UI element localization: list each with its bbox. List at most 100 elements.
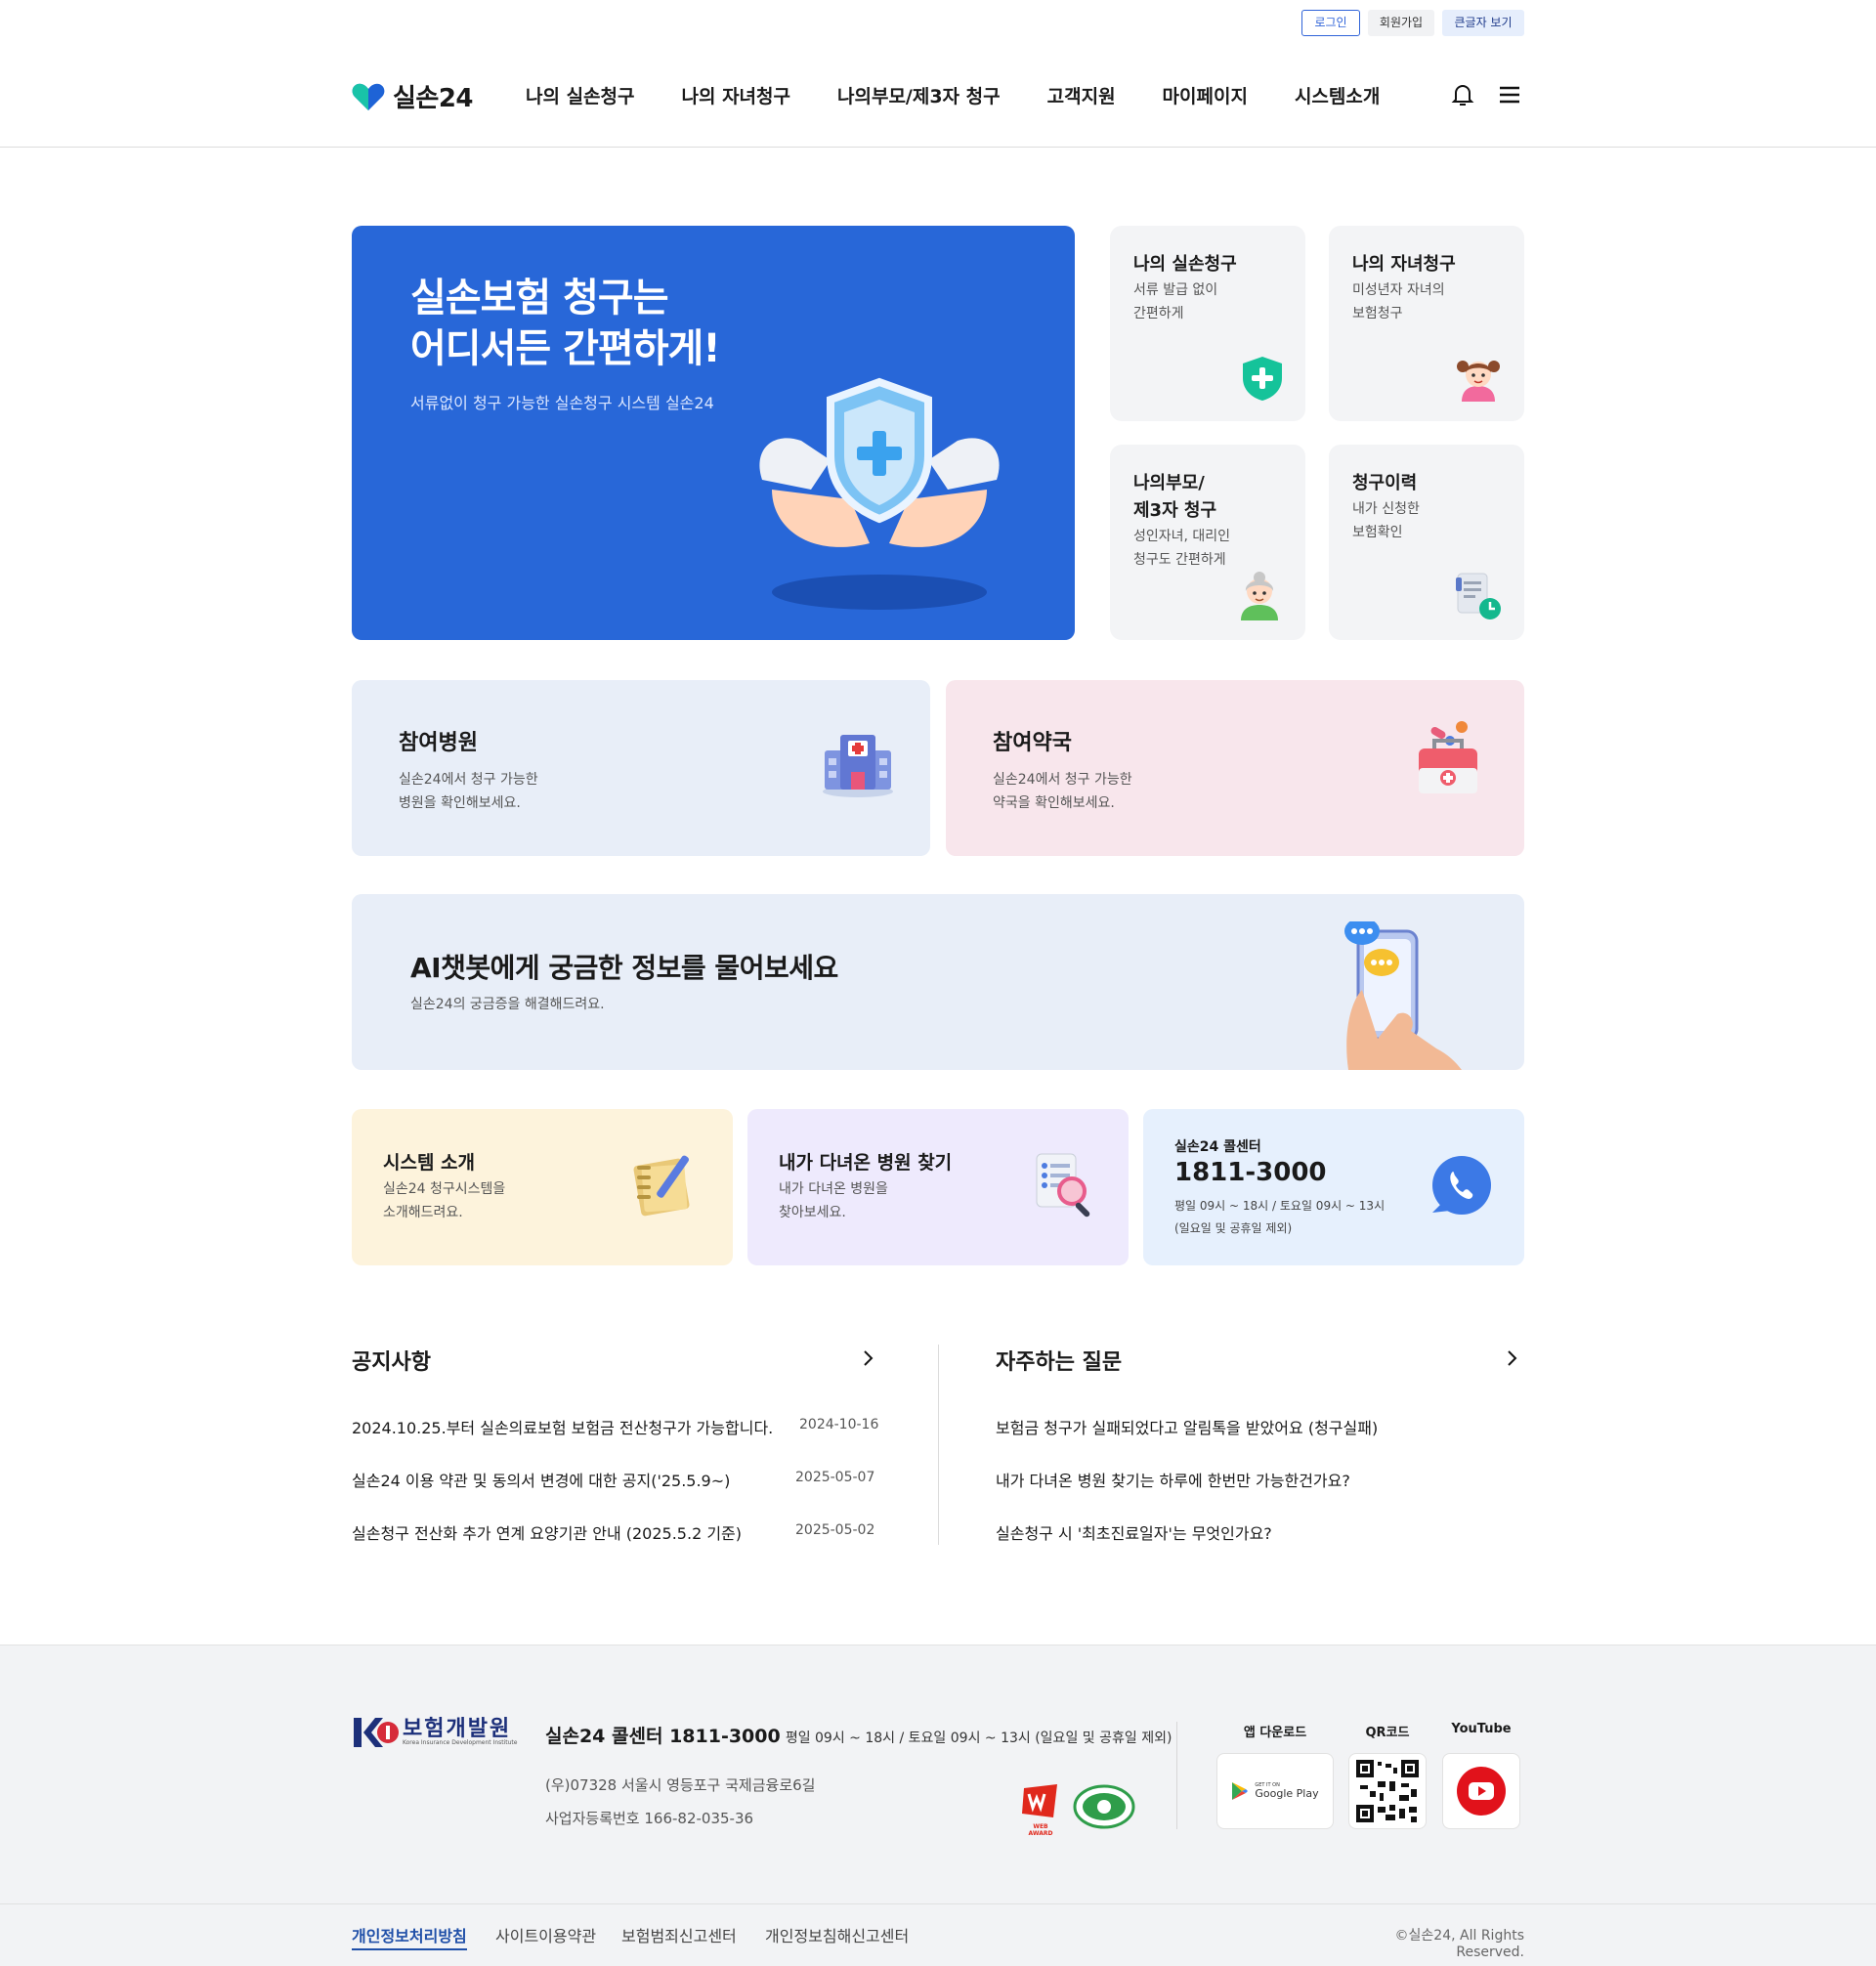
faq-row[interactable]: 실손청구 시 '최초진료일자'는 무엇인가요?	[996, 1520, 1272, 1548]
quick-parent-claim[interactable]: 나의부모/ 제3자 청구 성인자녀, 대리인 청구도 간편하게	[1110, 445, 1305, 640]
privacy-report-link[interactable]: 개인정보침해신고센터	[765, 1923, 909, 1946]
card-desc: 내가 다녀온 병원을 찾아보세요.	[779, 1181, 888, 1220]
qr-code-box[interactable]	[1348, 1753, 1427, 1829]
footer	[0, 1645, 1876, 1966]
hero-title: 실손보험 청구는 어디서든 간편하게!	[410, 276, 721, 371]
nav-child-claim[interactable]: 나의 자녀청구	[682, 82, 791, 108]
login-button[interactable]: 로그인	[1301, 10, 1360, 36]
youtube-icon	[1457, 1767, 1506, 1816]
terms-link[interactable]: 사이트이용약관	[495, 1923, 596, 1946]
menu-icon[interactable]	[1495, 80, 1524, 109]
ai-desc: 실손24의 궁금증을 해결해드려요.	[410, 997, 605, 1012]
participating-hospital-card[interactable]: 참여병원 실손24에서 청구 가능한 병원을 확인해보세요.	[352, 680, 930, 856]
notice-row[interactable]: 2024.10.25.부터 실손의료보험 보험금 전산청구가 가능합니다.	[352, 1415, 773, 1442]
quick-desc: 성인자녀, 대리인 청구도 간편하게	[1133, 529, 1231, 568]
google-play-button[interactable]: GET IT ON Google Play	[1216, 1753, 1334, 1829]
quick-desc: 서류 발급 없이 간편하게	[1133, 282, 1218, 321]
notice-date: 2025-05-07	[795, 1470, 875, 1485]
heart-logo-icon	[352, 83, 385, 110]
footer-call-hours: 평일 09시 ~ 18시 / 토요일 09시 ~ 13시 (일요일 및 공휴일 …	[785, 1731, 1172, 1746]
footer-divider	[1176, 1722, 1177, 1829]
medicine-box-icon	[1419, 721, 1477, 793]
callcenter-note: (일요일 및 공휴일 제외)	[1174, 1221, 1293, 1235]
shield-plus-icon	[1243, 357, 1282, 401]
notice-row[interactable]: 실손24 이용 약관 및 동의서 변경에 대한 공지('25.5.9~)	[352, 1468, 730, 1495]
header-divider	[0, 147, 1876, 148]
youtube-button[interactable]	[1442, 1753, 1520, 1829]
notice-date: 2025-05-02	[795, 1522, 875, 1538]
nav-support[interactable]: 고객지원	[1047, 82, 1116, 108]
kidi-logo-mark	[354, 1718, 399, 1747]
nav-mypage[interactable]: 마이페이지	[1163, 82, 1248, 108]
app-download-label: 앱 다운로드	[1243, 1726, 1307, 1740]
faq-more-icon[interactable]	[1502, 1348, 1521, 1368]
system-intro-card[interactable]: 시스템 소개 실손24 청구시스템을 소개해드려요.	[352, 1109, 733, 1265]
quick-desc: 내가 신청한 보험확인	[1352, 501, 1420, 540]
hospital-icon	[823, 735, 893, 797]
footer-callcenter: 실손24 콜센터 1811-3000 평일 09시 ~ 18시 / 토요일 09…	[545, 1722, 1172, 1748]
org-name-en: Korea Insurance Development Institute	[403, 1739, 518, 1746]
qr-code-icon	[1356, 1760, 1419, 1822]
callcenter-phone[interactable]: 1811-3000	[1174, 1158, 1327, 1187]
phone-chat-illustration	[1344, 921, 1462, 1070]
ai-title: AI챗봇에게 궁금한 정보를 물어보세요	[410, 952, 838, 984]
footer-biz-number: 사업자등록번호 166-82-035-36	[545, 1810, 754, 1827]
notice-title[interactable]: 공지사항	[352, 1345, 431, 1376]
notice-date: 2024-10-16	[799, 1417, 879, 1432]
nav-parent-claim[interactable]: 나의부모/제3자 청구	[837, 82, 1001, 108]
ai-chatbot-banner[interactable]: AI챗봇에게 궁금한 정보를 물어보세요 실손24의 궁금증을 해결해드려요.	[352, 894, 1524, 1070]
card-title: 참여약국	[993, 731, 1072, 755]
nav-system-intro[interactable]: 시스템소개	[1295, 82, 1380, 108]
quick-title: 청구이력	[1352, 473, 1418, 493]
visited-hospital-card[interactable]: 내가 다녀온 병원 찾기 내가 다녀온 병원을 찾아보세요.	[747, 1109, 1129, 1265]
grandparent-icon	[1241, 572, 1278, 620]
web-accessibility-badge	[1073, 1784, 1135, 1829]
qr-label: QR코드	[1365, 1726, 1410, 1740]
web-award-badge: WEB AWARD	[1022, 1784, 1059, 1837]
card-desc: 실손24에서 청구 가능한 약국을 확인해보세요.	[993, 772, 1132, 811]
footer-address: (우)07328 서울시 영등포구 국제금융로6길	[545, 1776, 816, 1794]
join-button[interactable]: 회원가입	[1368, 10, 1434, 36]
card-title: 시스템 소개	[383, 1152, 476, 1174]
large-text-button[interactable]: 큰글자 보기	[1442, 10, 1524, 36]
participating-pharmacy-card[interactable]: 참여약국 실손24에서 청구 가능한 약국을 확인해보세요.	[946, 680, 1524, 856]
quick-claim-history[interactable]: 청구이력 내가 신청한 보험확인	[1329, 445, 1524, 640]
board-divider	[938, 1345, 939, 1545]
notice-row[interactable]: 실손청구 전산화 추가 연계 요양기관 안내 (2025.5.2 기준)	[352, 1520, 742, 1548]
callcenter-label: 실손24 콜센터	[1174, 1139, 1261, 1155]
card-title: 참여병원	[399, 731, 478, 755]
bell-icon[interactable]	[1448, 80, 1477, 109]
shield-hands-illustration	[759, 377, 1000, 610]
notebook-pencil-icon	[633, 1155, 690, 1217]
web-award-icon	[1022, 1784, 1057, 1817]
quick-child-claim[interactable]: 나의 자녀청구 미성년자 자녀의 보험청구	[1329, 226, 1524, 421]
quick-desc: 미성년자 자녀의 보험청구	[1352, 282, 1445, 321]
faq-row[interactable]: 내가 다녀온 병원 찾기는 하루에 한번만 가능한건가요?	[996, 1468, 1350, 1495]
footer-call-label: 실손24 콜센터 1811-3000	[545, 1726, 781, 1747]
nav-my-claim[interactable]: 나의 실손청구	[526, 82, 635, 108]
fraud-report-link[interactable]: 보험범죄신고센터	[621, 1923, 737, 1946]
kidi-logo: 보험개발원 Korea Insurance Development Instit…	[354, 1716, 517, 1749]
callcenter-hours: 평일 09시 ~ 18시 / 토요일 09시 ~ 13시	[1174, 1199, 1386, 1213]
main-nav: 나의 실손청구 나의 자녀청구 나의부모/제3자 청구 고객지원 마이페이지 시…	[526, 82, 1380, 108]
faq-row[interactable]: 보험금 청구가 실패되었다고 알림톡을 받았어요 (청구실패)	[996, 1415, 1378, 1442]
notice-more-icon[interactable]	[858, 1348, 877, 1368]
quick-title: 나의 실손청구	[1133, 254, 1237, 275]
site-logo[interactable]: 실손24	[352, 78, 474, 114]
faq-title[interactable]: 자주하는 질문	[996, 1345, 1122, 1376]
org-name: 보험개발원	[403, 1717, 512, 1741]
document-clock-icon	[1456, 573, 1501, 620]
youtube-label: YouTube	[1451, 1722, 1512, 1736]
quick-title: 나의부모/ 제3자 청구	[1133, 473, 1217, 521]
card-desc: 실손24에서 청구 가능한 병원을 확인해보세요.	[399, 772, 538, 811]
hero-banner[interactable]: 실손보험 청구는 어디서든 간편하게! 서류없이 청구 가능한 실손청구 시스템…	[352, 226, 1075, 640]
callcenter-card[interactable]: 실손24 콜센터 1811-3000 평일 09시 ~ 18시 / 토요일 09…	[1143, 1109, 1524, 1265]
card-title: 내가 다녀온 병원 찾기	[779, 1152, 953, 1174]
search-document-icon	[1036, 1153, 1090, 1218]
privacy-policy-link[interactable]: 개인정보처리방침	[352, 1923, 467, 1950]
google-play-icon	[1232, 1782, 1249, 1800]
hero-subtitle: 서류없이 청구 가능한 실손청구 시스템 실손24	[410, 394, 714, 412]
quick-my-claim[interactable]: 나의 실손청구 서류 발급 없이 간편하게	[1110, 226, 1305, 421]
quick-title: 나의 자녀청구	[1352, 254, 1456, 275]
google-play-text: Google Play	[1255, 1787, 1319, 1800]
